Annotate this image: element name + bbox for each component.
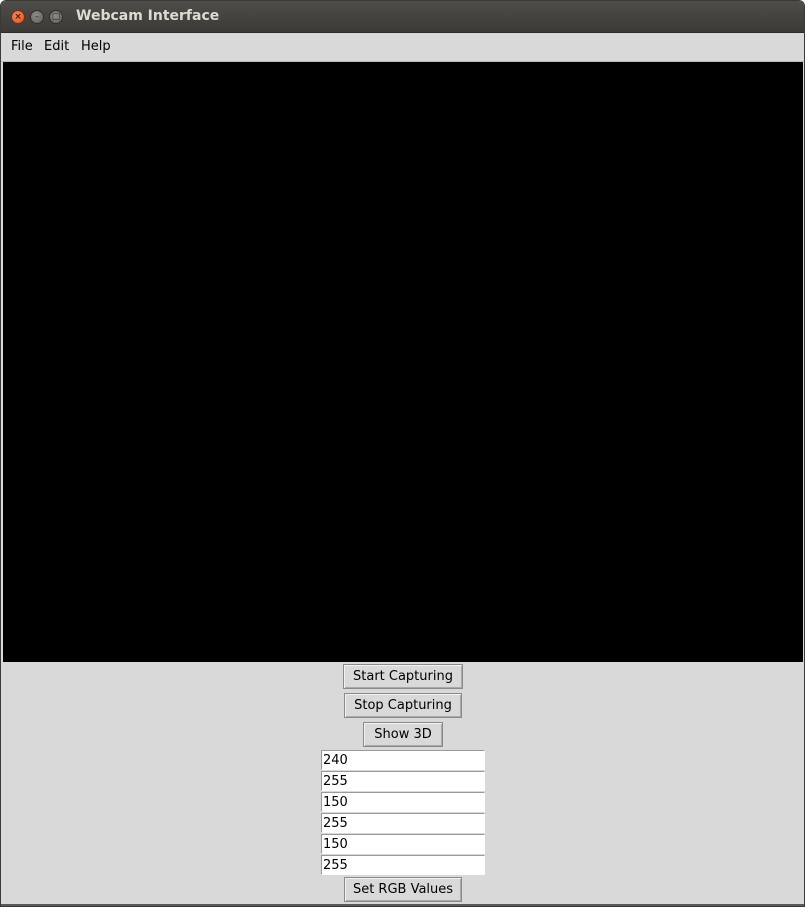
minimize-icon[interactable]: –: [30, 10, 44, 24]
menu-file[interactable]: File: [11, 39, 33, 54]
rgb-entry-2[interactable]: [321, 771, 485, 791]
close-icon[interactable]: ×: [11, 10, 25, 24]
menu-bar: File Edit Help: [1, 33, 804, 62]
window-title: Webcam Interface: [76, 8, 220, 24]
start-capturing-button[interactable]: Start Capturing: [343, 664, 463, 689]
maximize-icon[interactable]: □: [49, 10, 63, 24]
rgb-entry-5[interactable]: [321, 834, 485, 854]
rgb-entry-3[interactable]: [321, 792, 485, 812]
rgb-entry-6[interactable]: [321, 855, 485, 875]
stop-capturing-button[interactable]: Stop Capturing: [344, 693, 462, 718]
menu-edit[interactable]: Edit: [44, 39, 69, 54]
set-rgb-values-button[interactable]: Set RGB Values: [344, 877, 462, 902]
app-window: × – □ Webcam Interface File Edit Help St…: [0, 0, 805, 907]
rgb-entry-4[interactable]: [321, 813, 485, 833]
show-3d-button[interactable]: Show 3D: [363, 722, 443, 747]
webcam-video-canvas: [3, 62, 803, 662]
title-bar[interactable]: × – □ Webcam Interface: [1, 1, 804, 33]
rgb-entry-1[interactable]: [321, 750, 485, 770]
menu-help[interactable]: Help: [81, 39, 111, 54]
